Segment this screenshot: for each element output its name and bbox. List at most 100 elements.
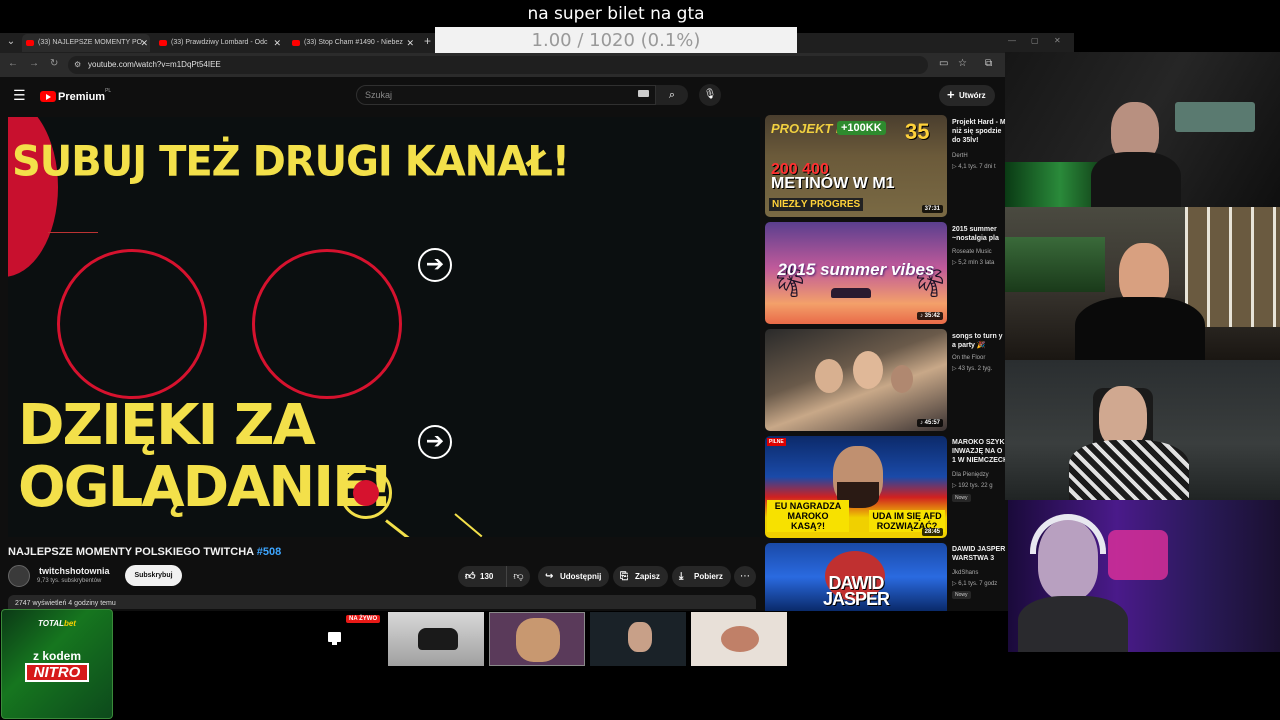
search-input[interactable]: Szukaj (356, 85, 656, 105)
thanks-line-2: OGLĄDANIE! (18, 455, 394, 520)
save-label: Zapisz (635, 572, 660, 581)
rec-title-line: MAROKO SZYK (952, 439, 1005, 446)
rec-channel-4[interactable]: Dla Pieniędzy (952, 471, 1006, 479)
download-button[interactable]: ⤓ Pobierz (672, 566, 731, 587)
tab-najlepsze[interactable]: (33) NAJLEPSZE MOMENTY PO ✕ (22, 34, 150, 52)
rec-thumbnail-4[interactable]: PILNE EU NAGRADZA MAROKO KASĄ?! UDA IM S… (765, 436, 947, 538)
shelf-shape (1185, 207, 1280, 327)
rec-thumbnail-2[interactable]: 🌴︎ 🌴︎ 2015 summer vibes ♪ 35:42 (765, 222, 947, 324)
promo-code-label: z kodem (32, 649, 81, 663)
tab-search-icon[interactable]: ⌄ (4, 35, 18, 49)
url-field[interactable]: ⚙ youtube.com/watch?v=m1DqPt54IEE (68, 56, 928, 74)
maximize-icon[interactable]: ▢ (1031, 36, 1039, 45)
tab-label: (33) Prawdziwy Lombard - Odc (171, 39, 268, 46)
rec-title-4[interactable]: MAROKO SZYK INWAZJĘ NA O 1 W NIEMCZECH (952, 438, 1006, 465)
thumb-caption: METINÓW W M1 (771, 175, 895, 192)
thumb-text: EU NAGRADZA MAROKO KASĄ?! (767, 500, 849, 532)
webcam-2 (1005, 207, 1280, 360)
save-button[interactable]: ⎘ Zapisz (613, 566, 668, 587)
share-button[interactable]: ↪ Udostępnij (538, 566, 610, 587)
channel-avatar[interactable] (8, 565, 30, 587)
rec-title-line: INWAZJĘ NA O (952, 448, 1003, 455)
stream-frame: na super bilet na gta 1.00 / 1020 (0.1%)… (0, 0, 1280, 720)
rec-stats-1: ▷ 4,1 tys. 7 dni t (952, 164, 996, 170)
like-button[interactable]: 👍︎ 130 (458, 566, 506, 587)
strip-tile-car[interactable] (388, 612, 484, 666)
subscribe-button[interactable]: Subskrybuj (125, 565, 182, 586)
thumb-text: DAWID JASPER (765, 574, 947, 609)
rec-channel-5[interactable]: JkdShans (952, 569, 1006, 577)
tab-label: (33) Stop Cham #1490 - Niebez (304, 39, 403, 46)
channel-name[interactable]: twitchshotownia (39, 566, 110, 576)
rec-title-3[interactable]: songs to turn y a party 🎉 (952, 332, 1006, 350)
sponsor-banner[interactable]: TOTALbet z kodem NITRO (1, 609, 113, 719)
close-window-icon[interactable]: ✕ (1054, 36, 1061, 45)
overlay-title: na super bilet na gta (527, 4, 705, 24)
decor-stick (385, 519, 423, 537)
rec-channel-2[interactable]: Roseate Music (952, 248, 1006, 256)
dislike-button[interactable]: 👎︎ (506, 566, 530, 587)
video-player[interactable]: SUBUJ TEŻ DRUGI KANAŁ! ➔ ➔ DZIĘKI ZA OGL… (8, 117, 760, 537)
cast-icon[interactable]: ▭ (939, 58, 948, 69)
channel-subscribers: 9,73 tys. subskrybentów (37, 578, 102, 584)
new-tab-icon[interactable]: + (424, 34, 431, 48)
rec-title-2[interactable]: 2015 summer ~nostalgia pla (952, 225, 1006, 243)
rec-channel-1[interactable]: DertH (952, 152, 1006, 160)
rec-channel-3[interactable]: On the Floor (952, 354, 1006, 362)
extensions-icon[interactable]: ⧉ (985, 58, 992, 69)
strip-tile-face[interactable] (489, 612, 585, 666)
rec-thumbnail-3[interactable]: ♪ 45:57 (765, 329, 947, 431)
strip-tile-person[interactable] (590, 612, 686, 666)
close-icon[interactable]: ✕ (140, 34, 148, 52)
minimize-icon[interactable]: — (1008, 36, 1016, 45)
rec-thumbnail-1[interactable]: PROJEKT HARD +100KK 35 200 400 METINÓW W … (765, 115, 947, 217)
keyboard-icon[interactable] (638, 90, 649, 97)
duration-badge: 28:45 (921, 528, 943, 536)
menu-icon[interactable]: ☰ (13, 87, 26, 104)
youtube-header: ☰ PremiumPL Szukaj ⌕ 🎙 Utwórz (0, 77, 1007, 115)
video-title-hashtag[interactable]: #508 (257, 546, 281, 558)
reload-icon[interactable]: ↻ (50, 58, 58, 69)
bookmark-icon: ⎘ (620, 571, 628, 582)
bookmark-star-icon[interactable]: ☆ (958, 58, 967, 69)
rec-title-5[interactable]: DAWID JASPER WARSTWA 3 (952, 545, 1006, 563)
url-text: youtube.com/watch?v=m1DqPt54IEE (88, 60, 221, 69)
search-icon: ⌕ (668, 89, 676, 101)
rec-title-line: songs to turn y (952, 333, 1003, 340)
end-screen-channel-slot[interactable] (252, 249, 402, 399)
voice-search-button[interactable]: 🎙 (699, 84, 721, 106)
end-screen-text-thanks: DZIĘKI ZA OGLĄDANIE! (18, 395, 394, 520)
logo-region: PL (105, 88, 112, 94)
rec-thumbnail-5[interactable]: DAWID JASPER (765, 543, 947, 611)
duration-badge: ♪ 35:42 (916, 312, 943, 320)
search-button[interactable]: ⌕ (656, 85, 688, 105)
thumb-text: NIEZŁY PROGRES (769, 198, 864, 211)
close-icon[interactable]: ✕ (273, 34, 281, 52)
thumb-line: JASPER (822, 589, 890, 609)
monitor-shape (1175, 102, 1255, 132)
face-shape (853, 351, 883, 389)
strip-tile-food[interactable] (691, 612, 787, 666)
rec-stats-3: ▷ 43 tys. 2 tyg. (952, 366, 993, 372)
back-icon[interactable]: ← (8, 58, 18, 69)
tab-lombard[interactable]: (33) Prawdziwy Lombard - Odc ✕ (155, 34, 283, 52)
rec-title-line: DAWID JASPER (952, 546, 1006, 553)
more-actions-button[interactable]: ⋯ (734, 566, 756, 587)
create-button[interactable]: Utwórz (939, 84, 995, 106)
thumb-badge: PILNE (767, 438, 786, 446)
thumb-text: 2015 summer vibes (777, 260, 935, 279)
description-box[interactable]: 2747 wyświetleń 4 godziny temu (8, 595, 756, 609)
webcam-3 (1005, 360, 1280, 500)
rec-title-1[interactable]: Projekt Hard - M niż się spodzie do 35lv… (952, 118, 1006, 145)
share-icon: ↪ (545, 571, 554, 582)
site-info-icon[interactable]: ⚙ (74, 56, 81, 74)
webcam-4 (1008, 500, 1280, 652)
forward-icon[interactable]: → (29, 58, 39, 69)
tab-stop-cham[interactable]: (33) Stop Cham #1490 - Niebez ✕ (288, 34, 416, 52)
end-screen-video-slot[interactable] (57, 249, 207, 399)
rec-stats-4: ▷ 192 tys. 22 g (952, 483, 993, 489)
rec-title-line: WARSTWA 3 (952, 555, 995, 562)
youtube-logo[interactable]: PremiumPL (40, 88, 112, 103)
close-icon[interactable]: ✕ (406, 34, 414, 52)
face-shape (516, 618, 560, 662)
